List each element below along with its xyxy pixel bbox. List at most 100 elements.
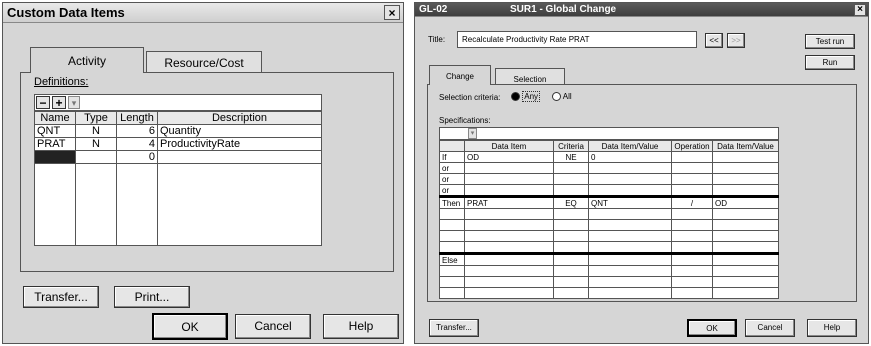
tab-label: Change	[445, 72, 475, 81]
chevron-down-icon[interactable]: ▾	[468, 128, 477, 139]
table-row[interactable]: PRAT N 4 ProductivityRate	[34, 137, 322, 151]
table-row[interactable]: Else	[439, 252, 779, 266]
value-cell[interactable]: 0	[588, 151, 672, 163]
column-header[interactable]: Data Item/Value	[712, 140, 779, 152]
table-row[interactable]: Then PRAT EQ QNT / OD	[439, 195, 779, 209]
value-cell[interactable]: OD	[712, 195, 779, 209]
button-label: Cancel	[254, 319, 292, 333]
length-cell[interactable]: 4	[116, 137, 158, 151]
tab-resource-cost[interactable]: Resource/Cost	[146, 51, 262, 73]
type-cell[interactable]: N	[75, 137, 117, 151]
description-cell[interactable]	[157, 150, 322, 164]
criteria-cell[interactable]	[553, 162, 589, 174]
add-row-button[interactable]: +	[52, 96, 66, 109]
column-header[interactable]: Criteria	[553, 140, 589, 152]
type-cell[interactable]: N	[75, 124, 117, 138]
button-label: Help	[348, 319, 374, 333]
previous-button[interactable]: <<	[705, 33, 723, 48]
column-header[interactable]: Description	[157, 111, 322, 125]
test-run-button[interactable]: Test run	[805, 34, 855, 49]
value-cell[interactable]	[588, 162, 672, 174]
criteria-cell[interactable]	[553, 184, 589, 197]
criteria-cell[interactable]: NE	[553, 151, 589, 163]
description-cell[interactable]: Quantity	[157, 124, 322, 138]
name-cell[interactable]	[34, 150, 76, 164]
operation-cell[interactable]	[671, 151, 713, 163]
operation-cell[interactable]	[671, 184, 713, 197]
value-cell[interactable]	[712, 162, 779, 174]
criteria-cell[interactable]: EQ	[553, 195, 589, 209]
data-item-cell[interactable]: PRAT	[464, 195, 554, 209]
operation-cell[interactable]	[671, 162, 713, 174]
button-label: >>	[731, 36, 741, 45]
value-cell[interactable]: QNT	[588, 195, 672, 209]
table-row[interactable]: If OD NE 0	[439, 151, 779, 163]
close-icon[interactable]: ×	[854, 4, 866, 16]
column-header[interactable]: Length	[116, 111, 158, 125]
table-row[interactable]	[439, 219, 779, 231]
global-change-window: GL-02 SUR1 - Global Change × Title: Reca…	[414, 2, 869, 344]
value-cell[interactable]	[588, 184, 672, 197]
column-header[interactable]: Name	[34, 111, 76, 125]
column-header[interactable]: Operation	[671, 140, 713, 152]
type-cell[interactable]	[75, 150, 117, 164]
table-row[interactable]	[439, 287, 779, 299]
operation-cell[interactable]	[671, 173, 713, 185]
close-icon[interactable]: ×	[384, 5, 400, 20]
table-row[interactable]	[439, 265, 779, 277]
cancel-button[interactable]: Cancel	[745, 319, 795, 337]
title-input[interactable]: Recalculate Productivity Rate PRAT	[457, 31, 697, 48]
button-label: Transfer...	[436, 323, 472, 332]
data-item-cell[interactable]	[464, 162, 554, 174]
length-cell[interactable]: 6	[116, 124, 158, 138]
column-header[interactable]: Data Item	[464, 140, 554, 152]
option-all-radio[interactable]: All	[552, 92, 572, 102]
transfer-button[interactable]: Transfer...	[23, 286, 99, 308]
length-cell[interactable]: 0	[116, 150, 158, 164]
help-button[interactable]: Help	[323, 314, 399, 339]
table-row[interactable]: or	[439, 162, 779, 174]
chevron-down-icon[interactable]: ▾	[68, 96, 80, 109]
table-row[interactable]	[34, 163, 322, 246]
button-label: Cancel	[757, 323, 783, 332]
print-button[interactable]: Print...	[114, 286, 190, 308]
run-button[interactable]: Run	[805, 55, 855, 70]
tab-selection[interactable]: Selection	[495, 68, 565, 85]
next-button[interactable]: >>	[727, 33, 745, 48]
selection-criteria-label: Selection criteria:	[439, 93, 501, 102]
help-button[interactable]: Help	[807, 319, 857, 337]
table-row[interactable]	[439, 241, 779, 254]
description-cell[interactable]: ProductivityRate	[157, 137, 322, 151]
tab-change[interactable]: Change	[429, 65, 491, 85]
button-label: <<	[709, 36, 719, 45]
table-row[interactable]: or	[439, 173, 779, 185]
value-cell[interactable]	[712, 184, 779, 197]
remove-row-button[interactable]: −	[36, 96, 50, 109]
operation-cell[interactable]: /	[671, 195, 713, 209]
criteria-cell[interactable]	[553, 173, 589, 185]
value-cell[interactable]	[588, 173, 672, 185]
transfer-button[interactable]: Transfer...	[429, 319, 479, 337]
table-row[interactable]: QNT N 6 Quantity	[34, 124, 322, 138]
value-cell[interactable]	[712, 151, 779, 163]
data-item-cell[interactable]: OD	[464, 151, 554, 163]
table-row[interactable]: or	[439, 184, 779, 197]
ok-button[interactable]: OK	[152, 313, 228, 340]
table-row[interactable]: 0	[34, 150, 322, 164]
value-cell[interactable]	[712, 173, 779, 185]
column-header[interactable]: Type	[75, 111, 117, 125]
definitions-toolbar: − + ▾	[34, 94, 322, 111]
option-any-radio[interactable]: Any	[511, 91, 541, 102]
table-row[interactable]	[439, 208, 779, 220]
name-cell[interactable]: QNT	[34, 124, 76, 138]
title-value: Recalculate Productivity Rate PRAT	[462, 35, 590, 44]
cancel-button[interactable]: Cancel	[235, 314, 311, 339]
name-cell[interactable]: PRAT	[34, 137, 76, 151]
tab-activity[interactable]: Activity	[30, 47, 144, 73]
column-header[interactable]: Data Item/Value	[588, 140, 672, 152]
table-row[interactable]	[439, 276, 779, 288]
data-item-cell[interactable]	[464, 184, 554, 197]
table-row[interactable]	[439, 230, 779, 242]
ok-button[interactable]: OK	[687, 319, 737, 337]
data-item-cell[interactable]	[464, 173, 554, 185]
